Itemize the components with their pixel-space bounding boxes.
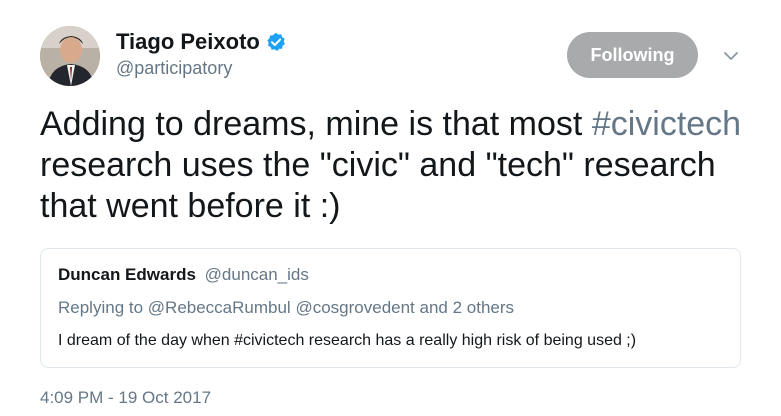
tweet-text-after: research uses the "civic" and "tech" res… [40, 146, 716, 225]
author-avatar[interactable] [40, 26, 100, 86]
author-name[interactable]: Tiago Peixoto [116, 29, 286, 55]
quoted-author-handle: @duncan_ids [204, 265, 309, 284]
quoted-tweet-text: I dream of the day when #civictech resea… [58, 332, 637, 349]
replying-to-prefix: Replying to [58, 298, 148, 317]
profile-photo-icon [40, 26, 100, 86]
tweet-text-before: Adding to dreams, mine is that most [40, 105, 592, 143]
author-handle[interactable]: @participatory [116, 58, 232, 79]
replying-to: Replying to @RebeccaRumbul @cosgrovedent… [58, 298, 514, 318]
chevron-down-icon[interactable] [721, 46, 741, 66]
quoted-author-name: Duncan Edwards [58, 265, 196, 284]
quoted-tweet-header: Duncan Edwards @duncan_ids [58, 265, 309, 285]
quoted-tweet[interactable]: Duncan Edwards @duncan_ids Replying to @… [40, 248, 741, 368]
tweet-card: Tiago Peixoto @participatory Following A… [0, 0, 781, 416]
author-name-text[interactable]: Tiago Peixoto [116, 29, 260, 55]
following-button[interactable]: Following [567, 32, 698, 78]
reply-mention-link[interactable]: @RebeccaRumbul [148, 298, 291, 317]
tweet-timestamp[interactable]: 4:09 PM - 19 Oct 2017 [40, 388, 211, 408]
reply-mention-link[interactable]: @cosgrovedent [295, 298, 414, 317]
hashtag-link[interactable]: #civictech [592, 105, 741, 143]
verified-badge-icon [266, 32, 286, 52]
tweet-text: Adding to dreams, mine is that most #civ… [40, 104, 760, 227]
replying-to-suffix[interactable]: and 2 others [415, 298, 515, 317]
